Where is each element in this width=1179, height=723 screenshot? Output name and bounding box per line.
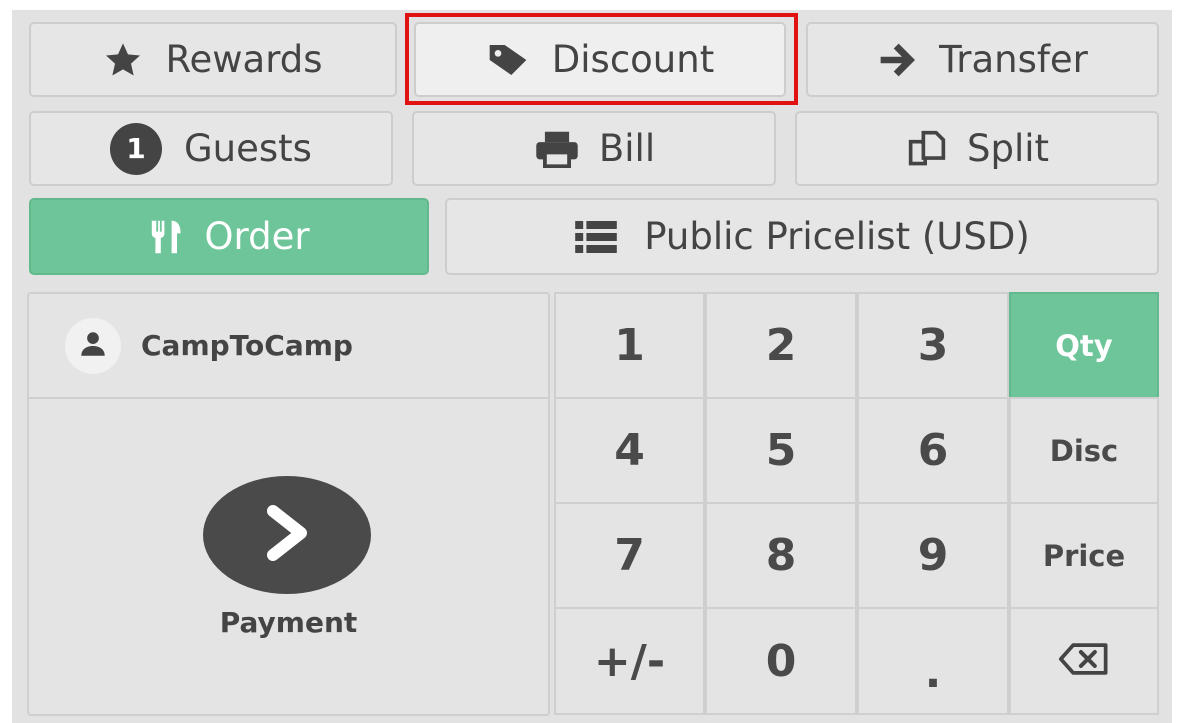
numpad-key-plusminus[interactable]: +/-	[554, 607, 705, 715]
rewards-label: Rewards	[165, 38, 323, 81]
discount-label: Discount	[551, 38, 715, 81]
backspace-button[interactable]	[1009, 607, 1159, 715]
pricelist-label: Public Pricelist (USD)	[644, 215, 1030, 258]
order-summary-pane: CampToCamp Payment	[27, 292, 550, 716]
rewards-button[interactable]: Rewards	[29, 22, 397, 97]
payment-label: Payment	[219, 606, 358, 639]
price-mode-button[interactable]: Price	[1009, 502, 1159, 609]
transfer-button[interactable]: Transfer	[806, 22, 1159, 97]
customer-button[interactable]: CampToCamp	[29, 294, 548, 399]
disc-mode-button[interactable]: Disc	[1009, 397, 1159, 504]
split-button[interactable]: Split	[795, 111, 1159, 186]
split-label: Split	[966, 127, 1050, 170]
numpad-key-4[interactable]: 4	[554, 397, 705, 504]
tag-icon	[486, 40, 530, 80]
numpad-key-3[interactable]: 3	[857, 292, 1009, 399]
guests-label: Guests	[184, 127, 312, 170]
numpad-key-1[interactable]: 1	[554, 292, 705, 399]
payment-button[interactable]	[203, 476, 371, 594]
numpad-key-7[interactable]: 7	[554, 502, 705, 609]
list-icon	[574, 220, 618, 253]
numpad-key-0[interactable]: 0	[705, 607, 857, 715]
transfer-label: Transfer	[939, 38, 1088, 81]
numpad-key-9[interactable]: 9	[857, 502, 1009, 609]
guest-count-badge: 1	[110, 122, 163, 175]
order-button[interactable]: Order	[29, 198, 429, 275]
star-icon	[103, 40, 143, 80]
copy-icon	[905, 129, 949, 169]
numpad-key-8[interactable]: 8	[705, 502, 857, 609]
backspace-icon	[1056, 636, 1112, 687]
pricelist-button[interactable]: Public Pricelist (USD)	[445, 198, 1159, 275]
qty-mode-button[interactable]: Qty	[1009, 292, 1159, 399]
discount-button[interactable]: Discount	[414, 22, 786, 97]
guests-button[interactable]: 1 Guests	[29, 111, 393, 186]
customer-avatar	[65, 317, 121, 374]
numpad-key-2[interactable]: 2	[705, 292, 857, 399]
order-label: Order	[204, 215, 310, 258]
numpad-key-5[interactable]: 5	[705, 397, 857, 504]
user-icon	[80, 331, 106, 361]
bill-button[interactable]: Bill	[412, 111, 776, 186]
numpad-key-dot[interactable]: .	[857, 607, 1009, 715]
cutlery-icon	[148, 219, 188, 255]
numpad-key-6[interactable]: 6	[857, 397, 1009, 504]
arrow-right-icon	[877, 42, 917, 78]
chevron-right-icon	[263, 505, 311, 565]
customer-name: CampToCamp	[141, 329, 353, 362]
printer-icon	[533, 130, 581, 168]
bill-label: Bill	[598, 127, 656, 170]
